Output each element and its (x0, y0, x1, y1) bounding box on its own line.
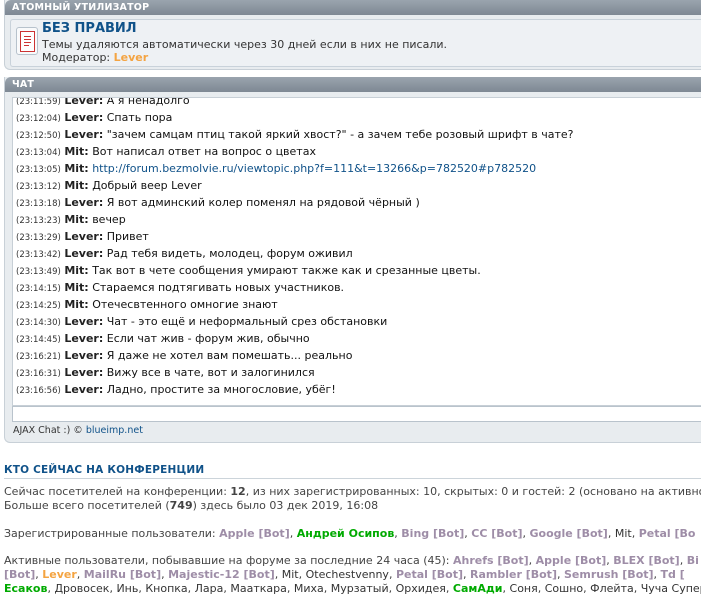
user-link[interactable]: Td [ (661, 568, 685, 581)
user-link[interactable]: Мурзатый (331, 582, 389, 595)
user-link[interactable]: Ahrefs [Bot] (453, 554, 529, 567)
user-link[interactable]: Чуча Супер (641, 582, 701, 595)
chat-message: (23:12:50) Lever: "зачем самцам птиц так… (16, 128, 574, 141)
chat-message: (23:12:04) Lever: Спать пора (16, 111, 173, 124)
user-link[interactable]: Semrush [Bot] (564, 568, 654, 581)
user-link[interactable]: [Bot] (4, 568, 35, 581)
chat-header: ЧАТ (5, 77, 701, 92)
user-link[interactable]: Apple [Bot] (536, 554, 607, 567)
chat-message: (23:11:59) Lever: А я ненадолго (16, 97, 190, 107)
forum-row[interactable]: БЕЗ ПРАВИЛ Темы удаляются автоматически … (10, 19, 701, 67)
user-link[interactable]: Орхидея (396, 582, 446, 595)
user-link[interactable]: CC [Bot] (471, 527, 522, 540)
user-link[interactable]: Дровосек (54, 582, 109, 595)
whos-online-title[interactable]: КТО СЕЙЧАС НА КОНФЕРЕНЦИИ (4, 464, 204, 476)
chat-message: (23:13:42) Lever: Рад тебя видеть, молод… (16, 247, 353, 260)
forum-description: Темы удаляются автоматически через 30 дн… (42, 38, 448, 51)
user-link[interactable]: Сошно (545, 582, 583, 595)
chat-message: (23:14:45) Lever: Если чат жив - форум ж… (16, 332, 310, 345)
moderator-label: Модератор: (42, 51, 111, 64)
user-link[interactable]: Rambler [Bot] (470, 568, 557, 581)
chat-message: (23:13:29) Lever: Привет (16, 230, 149, 243)
user-link[interactable]: Petal [Bot] (396, 568, 463, 581)
forum-moderator: Модератор: Lever (42, 51, 148, 64)
chat-message: (23:16:56) Lever: Ладно, простите за мно… (16, 383, 336, 396)
chat-credit: AJAX Chat :) © blueimp.net (13, 425, 143, 436)
chat-message: (23:13:04) Mit: Вот написал ответ на воп… (16, 145, 316, 158)
chat-message: (23:16:21) Lever: Я даже не хотел вам по… (16, 349, 353, 362)
user-link[interactable]: Majestic-12 [Bot] (168, 568, 275, 581)
forum-document-icon (16, 27, 38, 55)
registered-users-line: Зарегистрированные пользователи: Apple [… (4, 527, 696, 540)
separator (4, 478, 701, 479)
chat-message-list[interactable]: (23:11:59) Lever: А я ненадолго (23:12:0… (12, 97, 701, 406)
chat-message: (23:13:05) Mit: http://forum.bezmolvie.r… (16, 162, 537, 175)
user-link[interactable]: Мааткара (230, 582, 287, 595)
user-link[interactable]: Флейта (590, 582, 634, 595)
blueimp-link[interactable]: blueimp.net (86, 425, 143, 436)
user-link[interactable]: Apple [Bot] (219, 527, 290, 540)
chat-message: (23:13:23) Mit: вечер (16, 213, 126, 226)
user-link[interactable]: MailRu [Bot] (84, 568, 161, 581)
chat-message: (23:13:12) Mit: Добрый веер Lever (16, 179, 202, 192)
user-link[interactable]: BLEX [Bot] (613, 554, 679, 567)
user-link[interactable]: Инь (116, 582, 138, 595)
user-link[interactable]: Соня (510, 582, 538, 595)
user-link[interactable]: Миха (294, 582, 324, 595)
credit-text: AJAX Chat :) © (13, 425, 83, 436)
active-users-line-1: Активные пользователи, побывавшие на фор… (4, 554, 699, 567)
max-visitors: Больше всего посетителей (749) здесь был… (4, 499, 379, 512)
online-count: Сейчас посетителей на конференции: 12, и… (4, 485, 701, 498)
active-label: Активные пользователи, побывавшие на фор… (4, 554, 450, 567)
chat-message: (23:14:15) Mit: Стараемся подтягивать но… (16, 281, 345, 294)
user-link[interactable]: СамАди (453, 582, 503, 595)
user-link[interactable]: Есаков (4, 582, 47, 595)
user-link[interactable]: Mit (282, 568, 299, 581)
chat-panel: ЧАТ (23:11:59) Lever: А я ненадолго (23:… (4, 77, 701, 443)
user-link[interactable]: Андрей Осипов (297, 527, 395, 540)
category-header[interactable]: АТОМНЫЙ УТИЛИЗАТОР (5, 0, 701, 15)
user-link[interactable]: Bing [Bot] (401, 527, 464, 540)
user-link[interactable]: Bi (687, 554, 699, 567)
user-link[interactable]: Google [Bot] (529, 527, 607, 540)
forum-category-panel: АТОМНЫЙ УТИЛИЗАТОР БЕЗ ПРАВИЛ Темы удаля… (4, 0, 701, 70)
chat-message: (23:13:49) Mit: Так вот в чете сообщения… (16, 264, 481, 277)
user-link[interactable]: Mit (615, 527, 632, 540)
registered-label: Зарегистрированные пользователи: (4, 527, 216, 540)
user-link[interactable]: Кнопка (145, 582, 187, 595)
active-users-line-3: Есаков, Дровосек, Инь, Кнопка, Лара, Маа… (4, 582, 701, 595)
chat-message: (23:16:31) Lever: Вижу все в чате, вот и… (16, 366, 315, 379)
user-link[interactable]: Лара (195, 582, 224, 595)
user-link[interactable]: Otechestvenny (306, 568, 389, 581)
forum-title-link[interactable]: БЕЗ ПРАВИЛ (42, 21, 137, 36)
user-link[interactable]: Lever (42, 568, 77, 581)
active-users-line-2: [Bot], Lever, MailRu [Bot], Majestic-12 … (4, 568, 685, 581)
moderator-link[interactable]: Lever (114, 51, 149, 64)
chat-message: (23:14:25) Mit: Отечесвтенного омногие з… (16, 298, 278, 311)
chat-message: (23:14:30) Lever: Чат - это ещё и неформ… (16, 315, 388, 328)
user-link[interactable]: Petal [Bo (639, 527, 696, 540)
chat-input[interactable] (12, 406, 701, 422)
chat-message: (23:13:18) Lever: Я вот админский колер … (16, 196, 420, 209)
chat-link[interactable]: http://forum.bezmolvie.ru/viewtopic.php?… (92, 162, 536, 175)
